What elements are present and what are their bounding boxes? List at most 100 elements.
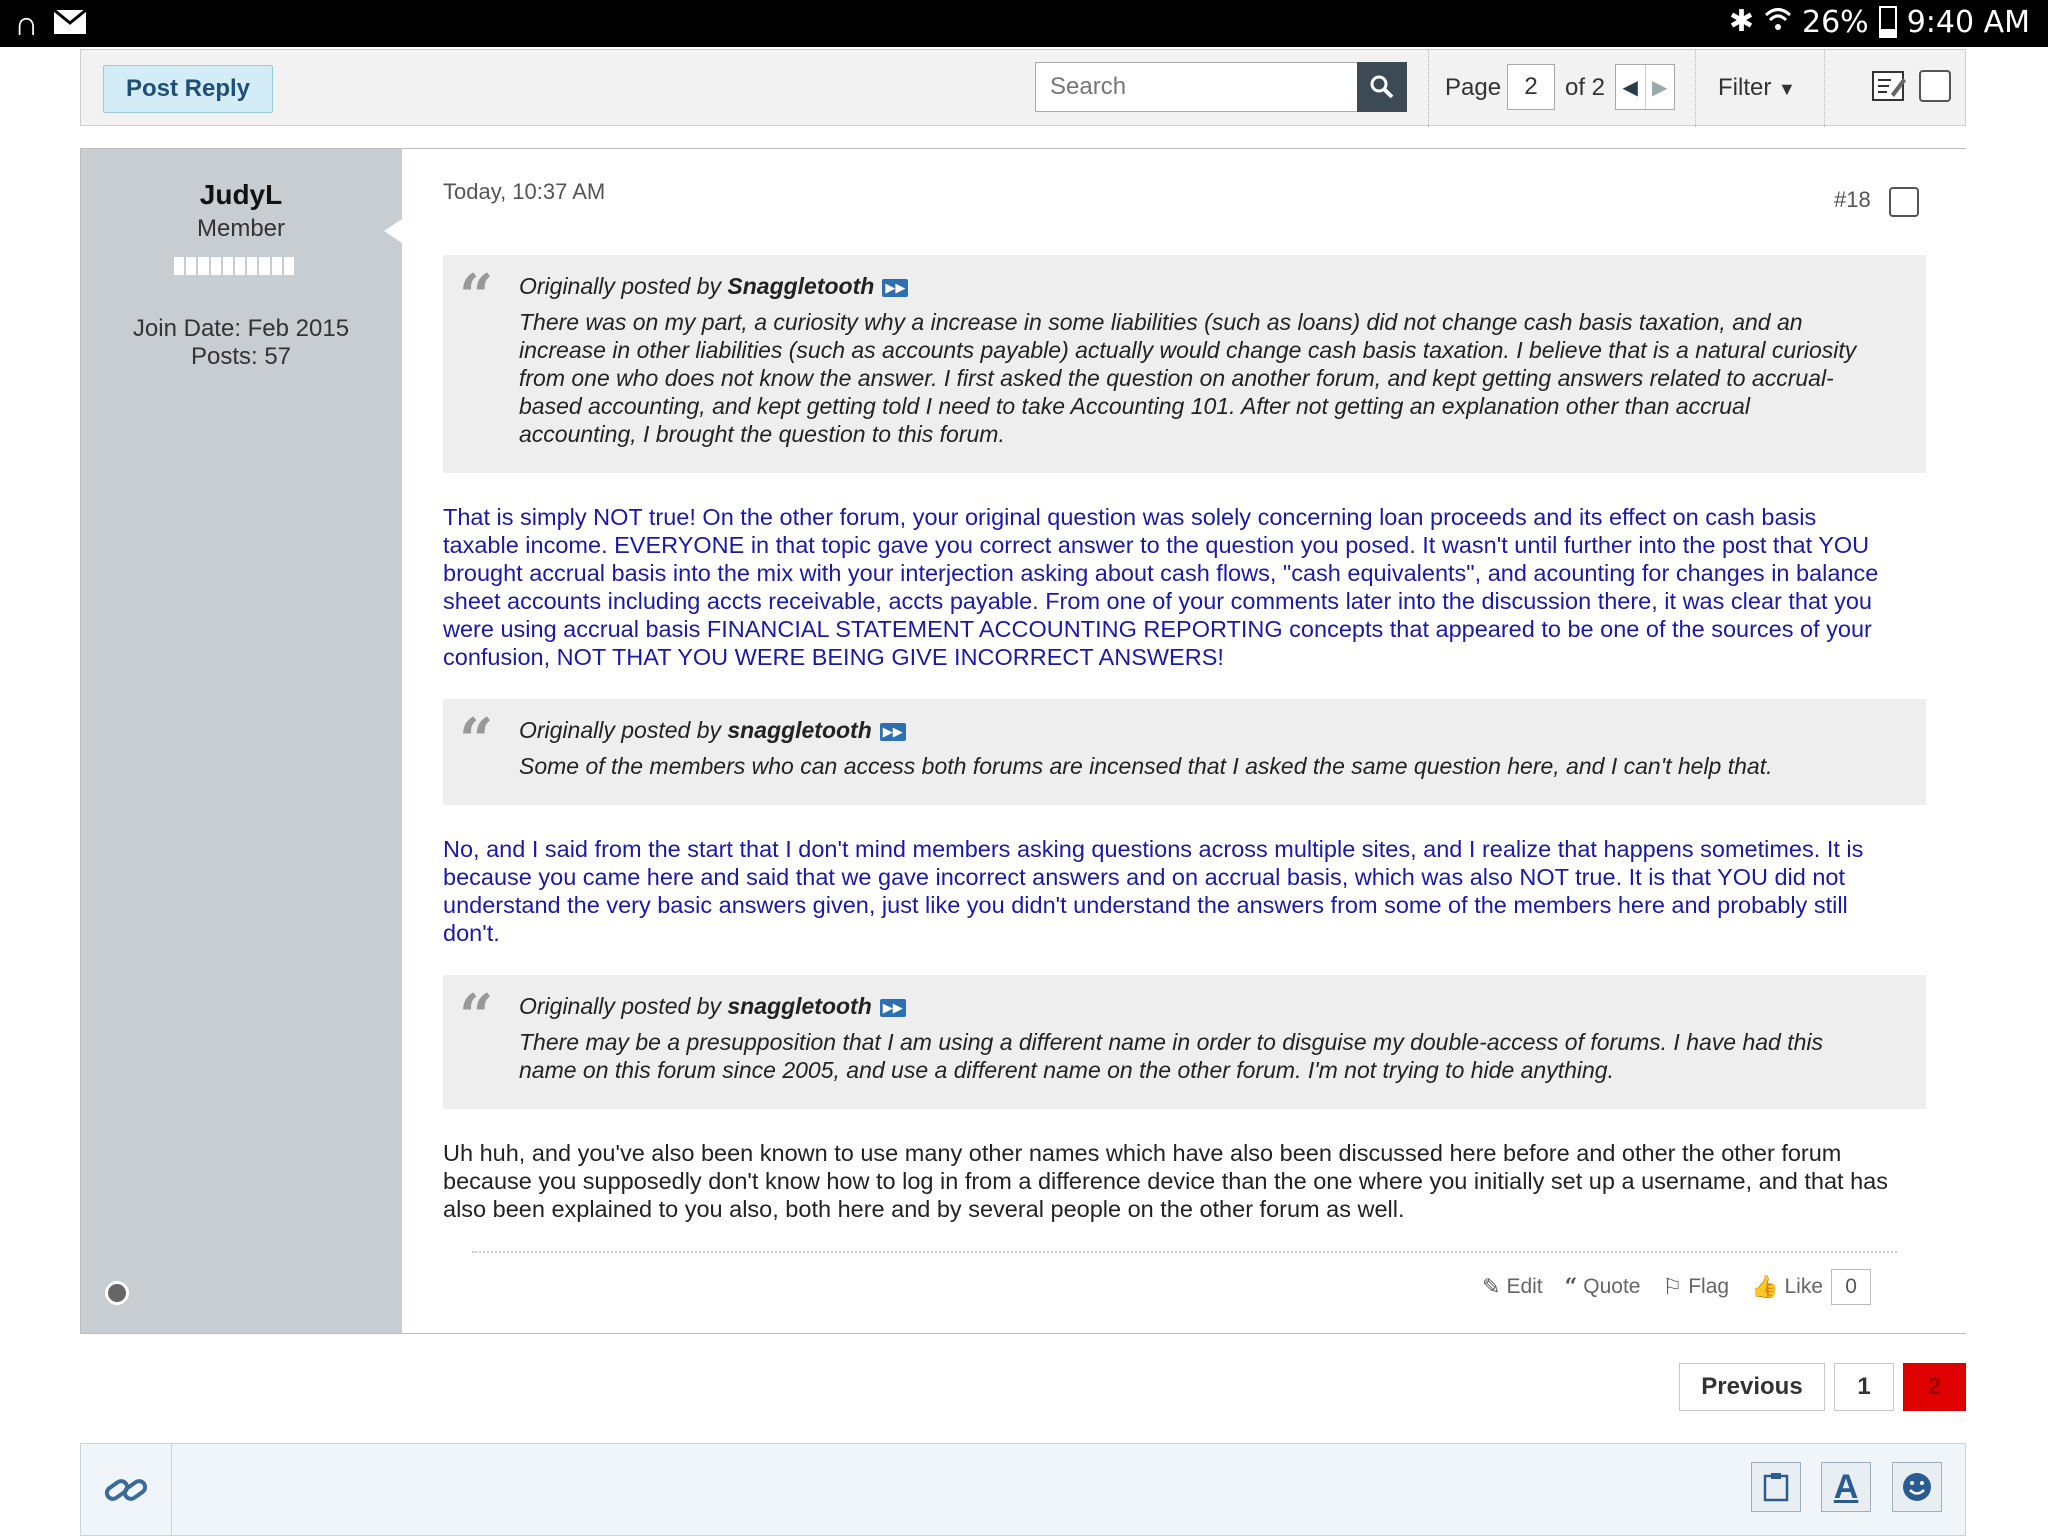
post-count: Posts: 57 [190, 343, 292, 370]
quote-block: “ Originally posted by Snaggletooth ▶▶ Th… [443, 255, 1926, 473]
quote-line: There was on my part, a curiosity why a … [519, 309, 1803, 335]
pencil-icon: ✎ [1482, 1274, 1501, 1299]
reply-line: were using accrual basis FINANCIAL STATE… [443, 616, 1872, 642]
view-post-icon[interactable]: ▶▶ [882, 278, 909, 297]
emoji-button[interactable] [1892, 1462, 1942, 1512]
font-color-button[interactable]: A [1821, 1462, 1871, 1512]
quote-line: Some of the members who can access both … [519, 753, 1773, 779]
quote-text: There was on my part, a curiosity why a … [519, 308, 1896, 448]
reply-line: understand the very basic answers given,… [443, 892, 1848, 918]
reply-line: Uh huh, and you've also been known to us… [443, 1140, 1842, 1166]
battery-icon [1878, 6, 1897, 38]
page-1-button[interactable]: 1 [1834, 1363, 1894, 1411]
reputation-bar [174, 257, 295, 275]
quote-prefix: Originally posted by [519, 717, 721, 743]
edit-post-icon[interactable] [1871, 68, 1911, 108]
page-total: of 2 [1565, 74, 1606, 101]
reply-text: That is simply NOT true! On the other fo… [443, 503, 1943, 671]
page-arrows: ◀ ▶ [1615, 64, 1675, 110]
quote-mark-icon: “ [459, 262, 494, 332]
quote-icon: “ [1564, 1274, 1578, 1300]
caret-down-icon: ▼ [1778, 79, 1796, 99]
divider [1695, 50, 1697, 127]
status-bar: ∩ ✱ 26% 9:40 AM [0, 0, 2048, 47]
post-reply-button[interactable]: Post Reply [103, 65, 273, 113]
divider [1428, 50, 1430, 127]
quote-mark-icon: “ [459, 982, 494, 1052]
post-actions: ✎ Edit “Quote ⚐ Flag 👍 Like 0 [1482, 1267, 1872, 1307]
quote-text: There may be a presupposition that I am … [519, 1028, 1896, 1084]
quote-prefix: Originally posted by [519, 993, 721, 1019]
quote-line: There may be a presupposition that I am … [519, 1029, 1824, 1055]
view-post-icon[interactable]: ▶▶ [879, 722, 906, 741]
filter-dropdown[interactable]: Filter ▼ [1718, 74, 1796, 102]
thumbs-up-icon: 👍 [1751, 1274, 1779, 1299]
user-info-panel: JudyL Member Join Date: Feb 2015 Posts: … [81, 149, 401, 1333]
like-label: Like [1784, 1275, 1824, 1298]
bluetooth-icon: ✱ [1728, 4, 1754, 39]
reply-line: No, and I said from the start that I don… [443, 836, 1864, 862]
quote-block: “ Originally posted by snaggletooth ▶▶ So… [443, 699, 1926, 805]
quote-line: based accounting, and kept getting told … [519, 393, 1750, 419]
post-select-checkbox[interactable] [1889, 187, 1919, 217]
filter-label: Filter [1718, 74, 1772, 101]
divider [1824, 50, 1826, 127]
search-input[interactable]: Search [1035, 62, 1357, 112]
online-status-icon [105, 1281, 129, 1305]
quote-mark-icon: “ [459, 706, 494, 776]
quote-line: accounting, I brought the question to th… [519, 421, 1005, 447]
edit-label: Edit [1506, 1275, 1543, 1298]
join-date: Join Date: Feb 2015 [132, 315, 350, 342]
search-icon [1370, 75, 1394, 99]
reply-text: Uh huh, and you've also been known to us… [443, 1139, 1943, 1223]
quote-author-link[interactable]: Snaggletooth [727, 273, 874, 299]
wifi-icon [1764, 5, 1792, 40]
search-button[interactable] [1357, 62, 1407, 112]
reply-line: don't. [443, 920, 500, 946]
smiley-icon [1903, 1473, 1931, 1501]
quote-author-link[interactable]: snaggletooth [727, 717, 871, 743]
reply-line: brought accrual basis into the mix with … [443, 560, 1879, 586]
reply-line: also been explained to you also, both he… [443, 1196, 1405, 1222]
page-label: Page [1445, 74, 1502, 101]
flag-label: Flag [1688, 1275, 1730, 1298]
previous-page-button[interactable]: Previous [1679, 1363, 1825, 1411]
page-2-button[interactable]: 2 [1903, 1363, 1966, 1411]
post-timestamp: Today, 10:37 AM [443, 179, 606, 204]
select-all-checkbox[interactable] [1919, 70, 1951, 102]
reply-line: That is simply NOT true! On the other fo… [443, 504, 1817, 530]
view-post-icon[interactable]: ▶▶ [879, 998, 906, 1017]
battery-percent: 26% [1802, 4, 1869, 40]
reply-editor-toolbar: A [80, 1443, 1966, 1536]
prev-page-button[interactable]: ◀ [1616, 65, 1645, 109]
reply-line: because you came here and said that we g… [443, 864, 1846, 890]
quote-text: Some of the members who can access both … [519, 752, 1896, 780]
post-card: JudyL Member Join Date: Feb 2015 Posts: … [80, 148, 1967, 1334]
clipboard-button[interactable] [1751, 1462, 1801, 1512]
page-number-input[interactable]: 2 [1507, 64, 1555, 110]
username-link[interactable]: JudyL [81, 179, 401, 211]
reply-line: taxable income. EVERYONE in that topic g… [443, 532, 1870, 558]
mail-icon [52, 8, 87, 40]
quote-author-link[interactable]: snaggletooth [727, 993, 871, 1019]
flag-icon: ⚐ [1662, 1274, 1683, 1299]
flag-button[interactable]: ⚐ Flag [1663, 1274, 1730, 1300]
link-icon [104, 1479, 148, 1501]
quote-label: Quote [1583, 1275, 1641, 1298]
font-color-icon: A [1833, 1467, 1859, 1506]
reply-line: because you supposedly don't know how to… [443, 1168, 1888, 1194]
link-button[interactable] [81, 1444, 172, 1536]
quote-block: “ Originally posted by snaggletooth ▶▶ Th… [443, 975, 1926, 1109]
like-button[interactable]: 👍 Like [1751, 1274, 1823, 1300]
quote-button[interactable]: “Quote [1565, 1274, 1641, 1300]
clock: 9:40 AM [1906, 4, 2030, 40]
reply-text: No, and I said from the start that I don… [443, 835, 1943, 947]
edit-button[interactable]: ✎ Edit [1482, 1274, 1543, 1300]
next-page-button[interactable]: ▶ [1644, 65, 1675, 109]
divider [472, 1251, 1897, 1253]
app-logo-icon: ∩ [14, 5, 39, 43]
quote-prefix: Originally posted by [519, 273, 721, 299]
quote-line: increase in other liabilities (such as a… [519, 337, 1857, 363]
post-number-link[interactable]: #18 [1834, 187, 1871, 213]
quote-line: from one who does not know the answer. I… [519, 365, 1834, 391]
